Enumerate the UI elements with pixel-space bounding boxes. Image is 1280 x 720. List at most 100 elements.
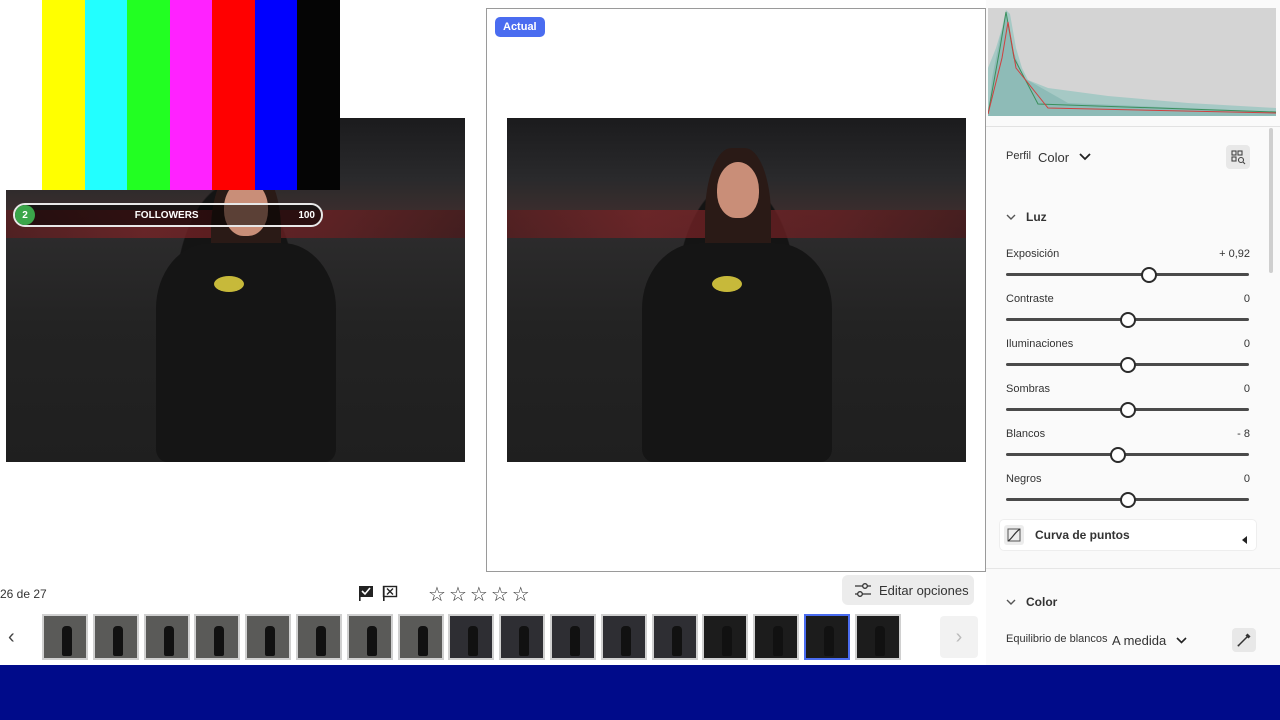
- filmstrip-thumbnail[interactable]: [42, 614, 88, 660]
- star-icon[interactable]: ☆: [470, 582, 488, 607]
- thumbnail-figure: [316, 626, 326, 656]
- slider-label: Iluminaciones: [1006, 338, 1074, 350]
- thumbnail-figure: [874, 626, 885, 656]
- light-section-toggle[interactable]: Luz: [1006, 208, 1047, 226]
- color-bar: [42, 0, 85, 190]
- filmstrip-thumbnail[interactable]: [194, 614, 241, 660]
- filmstrip-thumbnail[interactable]: [600, 614, 647, 660]
- white-balance-select[interactable]: A medida: [1112, 631, 1187, 649]
- slider-value[interactable]: 0: [1186, 338, 1250, 350]
- star-icon[interactable]: ☆: [449, 582, 467, 607]
- followers-label: FOLLOWERS: [134, 209, 199, 221]
- filmstrip-thumbnail[interactable]: [92, 614, 139, 660]
- star-icon[interactable]: ☆: [512, 582, 530, 607]
- filmstrip-next-button[interactable]: ›: [940, 616, 978, 658]
- filmstrip-thumbnail[interactable]: [143, 614, 190, 660]
- star-icon[interactable]: ☆: [428, 582, 446, 607]
- chevron-down-icon: [1079, 148, 1091, 166]
- thumbnail-figure: [722, 626, 733, 656]
- followers-total: 100: [298, 209, 315, 221]
- filmstrip-thumbnail[interactable]: [245, 614, 292, 660]
- flag-pick-icon[interactable]: [358, 585, 374, 601]
- star-icon[interactable]: ☆: [491, 582, 509, 607]
- chevron-down-icon: [1006, 208, 1016, 226]
- histogram: [988, 8, 1276, 116]
- slider-value[interactable]: 0: [1186, 293, 1250, 305]
- slider-track[interactable]: [1006, 273, 1249, 276]
- color-bars: [0, 0, 340, 190]
- thumbnail-figure: [824, 626, 834, 656]
- light-section-title: Luz: [1026, 210, 1047, 224]
- curve-icon: [1004, 525, 1024, 545]
- thumbnail-figure: [671, 626, 682, 656]
- filmstrip-thumbnail[interactable]: [651, 614, 698, 660]
- filmstrip-thumbnail[interactable]: [448, 614, 495, 660]
- flag-reject-icon[interactable]: [382, 585, 398, 601]
- thumbnail-figure: [468, 626, 479, 656]
- eyedropper-button[interactable]: [1232, 628, 1256, 652]
- followers-count-badge: 2: [15, 205, 35, 225]
- color-bar: [212, 0, 255, 190]
- filmstrip-thumbnail[interactable]: [854, 614, 901, 660]
- slider-label: Negros: [1006, 473, 1042, 485]
- star-rating[interactable]: ☆ ☆ ☆ ☆ ☆: [428, 582, 530, 607]
- filmstrip-thumbnail[interactable]: [804, 614, 850, 660]
- slider-value[interactable]: 0: [1186, 383, 1250, 395]
- filmstrip-thumbnail[interactable]: [296, 614, 342, 660]
- slider-label: Exposición: [1006, 248, 1060, 260]
- profile-select[interactable]: Color: [1038, 148, 1091, 166]
- followers-overlay: 2 FOLLOWERS 100: [13, 203, 323, 227]
- filmstrip-thumbnail[interactable]: [753, 614, 800, 660]
- thumbnail-figure: [62, 626, 72, 656]
- slider-knob[interactable]: [1119, 402, 1136, 418]
- point-curve-label: Curva de puntos: [1035, 528, 1130, 542]
- filmstrip-thumbnail[interactable]: [346, 614, 393, 660]
- chevron-down-icon: [1176, 631, 1187, 649]
- slider-knob[interactable]: [1119, 492, 1136, 508]
- slider-track[interactable]: [1006, 453, 1249, 456]
- thumbnail-figure: [417, 626, 428, 656]
- profile-value: Color: [1038, 149, 1070, 165]
- color-bar: [255, 0, 297, 190]
- actual-badge: Actual: [495, 17, 545, 37]
- thumbnail-figure: [773, 626, 784, 656]
- filmstrip-thumbnail[interactable]: [550, 614, 596, 660]
- slider-knob[interactable]: [1119, 312, 1136, 328]
- slider-value[interactable]: - 8: [1186, 428, 1250, 440]
- slider-label: Contraste: [1006, 293, 1054, 305]
- bottom-band: [0, 665, 1280, 720]
- point-curve-row[interactable]: Curva de puntos: [1000, 520, 1256, 550]
- edit-options-label: Editar opciones: [879, 582, 969, 598]
- caret-left-icon: [1242, 531, 1248, 549]
- slider-value[interactable]: 0: [1186, 473, 1250, 485]
- photo-counter: 26 de 27: [0, 587, 47, 601]
- thumbnail-figure: [366, 626, 377, 656]
- filmstrip-prev-button[interactable]: ‹: [8, 626, 15, 649]
- current-photo: [507, 118, 966, 462]
- color-section-title: Color: [1026, 595, 1058, 609]
- slider-knob[interactable]: [1141, 267, 1158, 283]
- edit-options-button[interactable]: Editar opciones: [842, 575, 974, 605]
- thumbnail-figure: [620, 626, 631, 656]
- color-bar: [170, 0, 212, 190]
- filmstrip-thumbnail[interactable]: [702, 614, 749, 660]
- white-balance-label: Equilibrio de blancos: [1006, 633, 1108, 645]
- slider-value[interactable]: + 0,92: [1186, 248, 1250, 260]
- white-balance-value: A medida: [1112, 632, 1167, 648]
- thumbnail-figure: [265, 626, 276, 656]
- filmstrip-thumbnail[interactable]: [397, 614, 444, 660]
- thumbnail-figure: [112, 626, 123, 656]
- filmstrip-thumbnail[interactable]: [499, 614, 546, 660]
- thumbnail-figure: [519, 626, 530, 656]
- color-bar: [85, 0, 127, 190]
- color-bar: [297, 0, 340, 190]
- color-section-toggle[interactable]: Color: [1006, 593, 1057, 611]
- slider-knob[interactable]: [1119, 357, 1136, 373]
- slider-knob[interactable]: [1109, 447, 1126, 463]
- panel-scrollbar[interactable]: [1269, 128, 1273, 273]
- profile-browser-button[interactable]: [1226, 145, 1250, 169]
- thumbnail-figure: [214, 626, 225, 656]
- slider-label: Blancos: [1006, 428, 1046, 440]
- thumbnail-figure: [570, 626, 580, 656]
- chevron-down-icon: [1006, 593, 1016, 611]
